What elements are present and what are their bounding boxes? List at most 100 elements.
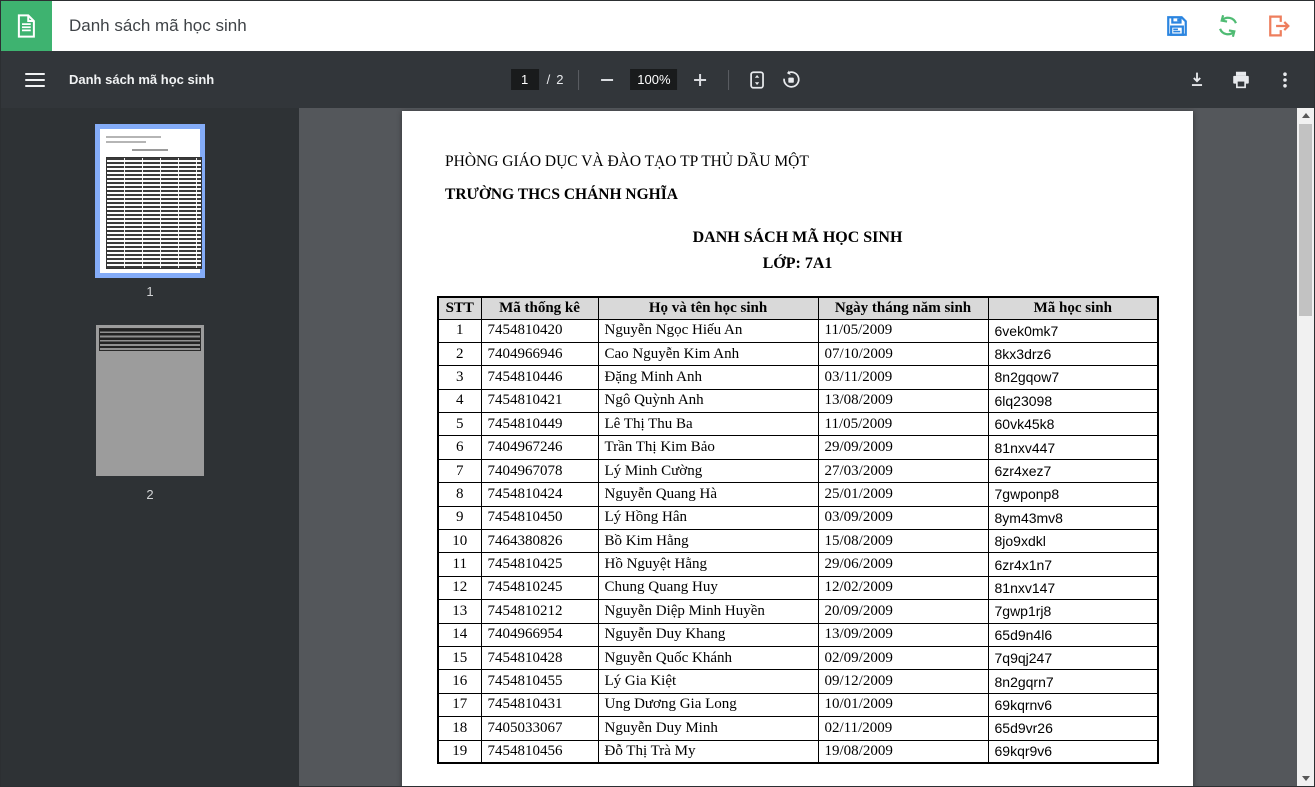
- zoom-out-icon[interactable]: [594, 67, 620, 93]
- more-vertical-icon[interactable]: [1272, 67, 1298, 93]
- student-code-cell: 69kqrnv6: [987, 692, 1159, 718]
- student-code-cell: 69kqr9v6: [987, 739, 1159, 764]
- content: 1 2 PHÒNG GIÁO DỤC VÀ ĐÀO TẠO TP THỦ DẦU…: [1, 108, 1314, 786]
- stat-code-cell: 7454810212: [480, 599, 599, 624]
- student-code-cell: 81nxv147: [987, 575, 1159, 601]
- name-cell: Bồ Kim Hằng: [597, 529, 819, 554]
- scroll-down-arrow[interactable]: [1297, 770, 1314, 786]
- app-actions: [1162, 11, 1314, 41]
- vertical-scrollbar[interactable]: [1297, 108, 1314, 786]
- student-code-cell: 6zr4xez7: [987, 458, 1159, 484]
- exit-icon[interactable]: [1264, 11, 1294, 41]
- student-code-cell: 6vek0mk7: [987, 318, 1159, 343]
- stat-code-cell: 7404966954: [480, 622, 599, 647]
- table-row: 10 7464380826 Bồ Kim Hằng 15/08/2009 8jo9xdk…: [437, 529, 1159, 554]
- scrollbar-thumb[interactable]: [1299, 124, 1312, 316]
- fit-page-icon[interactable]: [744, 67, 770, 93]
- table-row: 1 7454810420 Nguyễn Ngọc Hiếu An 11/05/2009…: [437, 318, 1159, 343]
- stt-cell: 13: [437, 599, 482, 624]
- refresh-icon[interactable]: [1213, 11, 1243, 41]
- student-code-cell: 65d9vr26: [987, 716, 1159, 741]
- table-row: 16 7454810455 Lý Gia Kiệt 09/12/2009 8n2gqrn…: [437, 669, 1159, 694]
- dob-cell: 07/10/2009: [817, 341, 989, 367]
- stat-code-cell: 7454810420: [480, 318, 599, 343]
- table-row: 2 7404966946 Cao Nguyễn Kim Anh 07/10/2009 8…: [437, 341, 1159, 367]
- toolbar-center: 1 / 2 100%: [510, 67, 805, 93]
- dob-cell: 15/08/2009: [817, 529, 989, 554]
- app-bar: Danh sách mã học sinh: [1, 1, 1314, 51]
- table-row: 11 7454810425 Hồ Nguyệt Hằng 29/06/2009 6zr4…: [437, 552, 1159, 577]
- table-row: 7 7404967078 Lý Minh Cường 27/03/2009 6zr4xe…: [437, 458, 1159, 484]
- table-row: 19 7454810456 Đỗ Thị Trà My 19/08/2009 69kqr…: [437, 739, 1159, 764]
- table-row: 12 7454810245 Chung Quang Huy 12/02/2009 81n…: [437, 575, 1159, 601]
- name-cell: Đỗ Thị Trà My: [597, 739, 819, 764]
- dob-cell: 29/06/2009: [817, 552, 989, 577]
- dob-cell: 29/09/2009: [817, 435, 989, 460]
- stt-cell: 3: [437, 365, 482, 390]
- name-cell: Lý Gia Kiệt: [597, 669, 819, 694]
- stt-cell: 4: [437, 388, 482, 414]
- column-header: Ngày tháng năm sinh: [817, 296, 989, 320]
- table-row: 15 7454810428 Nguyễn Quốc Khánh 02/09/2009 7…: [437, 645, 1159, 671]
- page-title: Danh sách mã học sinh: [69, 16, 247, 35]
- thumbnail-page-1[interactable]: [95, 124, 205, 278]
- student-code-cell: 8n2gqow7: [987, 365, 1159, 390]
- column-header: Mã thống kê: [480, 296, 599, 320]
- table-body: 1 7454810420 Nguyễn Ngọc Hiếu An 11/05/2009…: [437, 318, 1159, 764]
- stt-cell: 5: [437, 412, 482, 437]
- student-code-cell: 7q9qj247: [987, 645, 1159, 671]
- dob-cell: 19/08/2009: [817, 739, 989, 764]
- name-cell: Trần Thị Kim Bảo: [597, 435, 819, 460]
- table-row: 5 7454810449 Lê Thị Thu Ba 11/05/2009 60vk45…: [437, 412, 1159, 437]
- pdf-viewer[interactable]: PHÒNG GIÁO DỤC VÀ ĐÀO TẠO TP THỦ DẦU MỘT…: [299, 108, 1297, 786]
- dob-cell: 02/09/2009: [817, 645, 989, 671]
- zoom-in-icon[interactable]: [687, 67, 713, 93]
- menu-icon[interactable]: [25, 72, 45, 87]
- download-icon[interactable]: [1184, 67, 1210, 93]
- page-total: 2: [556, 72, 564, 87]
- app-logo: [1, 1, 52, 51]
- table-header-row: STT Mã thống kê Họ và tên học sinh Ngày thá…: [437, 296, 1159, 320]
- stat-code-cell: 7454810446: [480, 365, 599, 390]
- save-icon[interactable]: [1162, 11, 1192, 41]
- thumbnail-page-2[interactable]: [96, 325, 204, 476]
- table-row: 14 7404966954 Nguyễn Duy Khang 13/09/2009 65…: [437, 622, 1159, 647]
- table-row: 13 7454810212 Nguyễn Diệp Minh Huyền 20/09/…: [437, 599, 1159, 624]
- stat-code-cell: 7454810424: [480, 482, 599, 507]
- dob-cell: 20/09/2009: [817, 599, 989, 624]
- stt-cell: 8: [437, 482, 482, 507]
- stat-code-cell: 7405033067: [480, 716, 599, 741]
- student-table: STT Mã thống kê Họ và tên học sinh Ngày thá…: [437, 296, 1159, 765]
- name-cell: Nguyễn Duy Khang: [597, 622, 819, 647]
- page-separator: /: [546, 72, 551, 87]
- dob-cell: 03/09/2009: [817, 505, 989, 531]
- stat-code-cell: 7454810428: [480, 645, 599, 671]
- doc-org-line1: PHÒNG GIÁO DỤC VÀ ĐÀO TẠO TP THỦ DẦU MỘT: [445, 153, 809, 170]
- column-header: STT: [437, 296, 482, 320]
- student-code-cell: 8ym43mv8: [987, 505, 1159, 531]
- scroll-up-arrow[interactable]: [1297, 108, 1314, 124]
- stt-cell: 17: [437, 692, 482, 718]
- stt-cell: 14: [437, 622, 482, 647]
- dob-cell: 13/08/2009: [817, 388, 989, 414]
- doc-org-line2: TRƯỜNG THCS CHÁNH NGHĨA: [445, 186, 678, 203]
- rotate-icon[interactable]: [778, 67, 804, 93]
- student-code-cell: 8kx3drz6: [987, 341, 1159, 367]
- print-icon[interactable]: [1228, 67, 1254, 93]
- table-row: 9 7454810450 Lý Hồng Hân 03/09/2009 8ym43mv8: [437, 505, 1159, 531]
- toolbar-divider: [578, 69, 580, 90]
- name-cell: Nguyễn Quốc Khánh: [597, 645, 819, 671]
- pdf-page: PHÒNG GIÁO DỤC VÀ ĐÀO TẠO TP THỦ DẦU MỘT…: [402, 111, 1193, 786]
- name-cell: Lý Hồng Hân: [597, 505, 819, 531]
- name-cell: Nguyễn Diệp Minh Huyền: [597, 599, 819, 624]
- name-cell: Lê Thị Thu Ba: [597, 412, 819, 437]
- stat-code-cell: 7404966946: [480, 341, 599, 367]
- student-code-cell: 81nxv447: [987, 435, 1159, 460]
- page-number-input[interactable]: 1: [510, 69, 539, 90]
- thumbnail-sidebar: 1 2: [1, 108, 299, 786]
- dob-cell: 13/09/2009: [817, 622, 989, 647]
- stt-cell: 18: [437, 716, 482, 741]
- zoom-level[interactable]: 100%: [630, 69, 678, 90]
- name-cell: Ung Dương Gia Long: [597, 692, 819, 718]
- stat-code-cell: 7454810425: [480, 552, 599, 577]
